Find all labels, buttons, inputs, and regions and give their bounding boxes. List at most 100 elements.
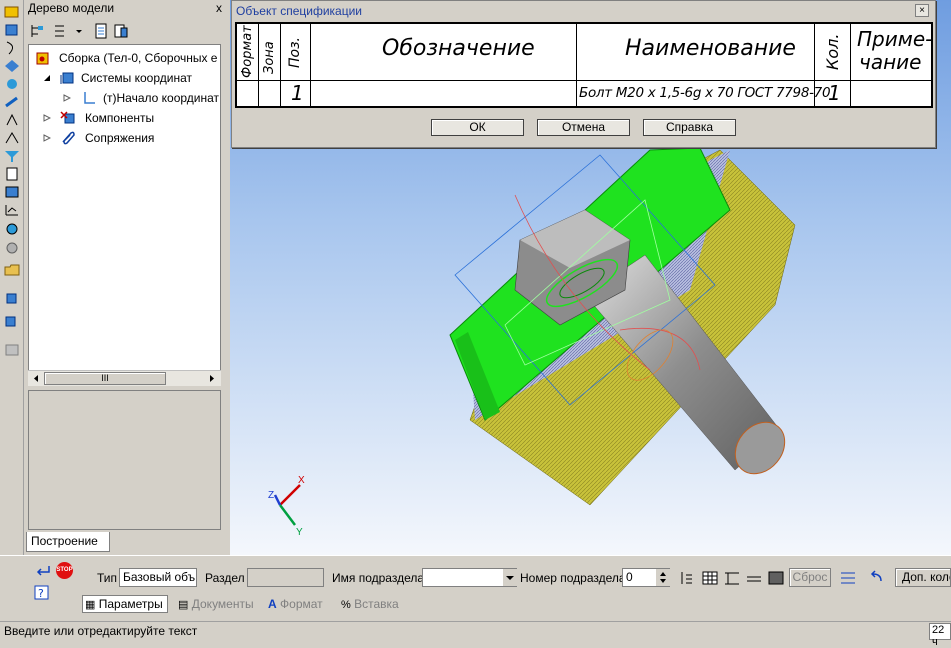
- tree-item-label: Сборка (Тел-0, Сборочных е: [59, 51, 218, 65]
- dialog-title: Объект спецификации: [236, 4, 362, 18]
- chart-icon[interactable]: [3, 202, 21, 218]
- expand-triangle-icon[interactable]: [43, 134, 51, 142]
- edit-component-icon[interactable]: [3, 4, 21, 20]
- model-tree: Сборка (Тел-0, Сборочных е Системы коорд…: [28, 44, 221, 386]
- header-note-line1: Приме-: [857, 27, 933, 51]
- cell-qty[interactable]: 1: [828, 81, 841, 105]
- type-label: Тип: [97, 571, 118, 585]
- tab-insert[interactable]: % Вставка: [339, 595, 401, 613]
- subsection-name-label: Имя подраздела: [332, 571, 425, 585]
- mate-icon[interactable]: [3, 94, 21, 110]
- constraint-icon[interactable]: [3, 112, 21, 128]
- axis-triad: [273, 484, 301, 526]
- paperclip-icon: [62, 131, 75, 145]
- cube-view-icon[interactable]: [3, 312, 21, 328]
- measure-icon[interactable]: [3, 130, 21, 146]
- tab-documents[interactable]: ▤ Документы: [176, 595, 256, 613]
- header-divider: [237, 80, 931, 81]
- tree-item-components[interactable]: Компоненты: [29, 109, 220, 127]
- part-icon[interactable]: [3, 22, 21, 38]
- cell-name[interactable]: Болт М20 х 1,5-6g х 70 ГОСТ 7798-70: [579, 85, 831, 101]
- subsection-number-label: Номер подраздела: [520, 571, 626, 585]
- table-icon[interactable]: [700, 569, 720, 587]
- number-stepper-icon[interactable]: [656, 569, 670, 586]
- model-tree-title: Дерево модели: [28, 1, 115, 15]
- fill-icon[interactable]: [766, 569, 786, 587]
- tree-item-label: Системы координат: [81, 71, 192, 85]
- scroll-thumb[interactable]: III: [44, 372, 166, 385]
- tree-item-coordinate-systems[interactable]: Системы координат: [29, 69, 220, 87]
- tab-build[interactable]: Построение: [26, 532, 110, 552]
- more-columns-button[interactable]: Доп. коло: [895, 568, 951, 587]
- curve-icon[interactable]: [3, 40, 21, 56]
- chevron-down-icon[interactable]: [503, 569, 517, 586]
- scroll-left-icon[interactable]: [32, 374, 40, 383]
- model-tree-title-bar: Дерево модели x: [24, 0, 230, 18]
- coordinate-system-icon: [60, 72, 74, 84]
- scroll-right-icon[interactable]: [208, 374, 216, 383]
- tree-details-panel: [28, 390, 221, 530]
- filter-icon[interactable]: [3, 148, 21, 164]
- undo-icon[interactable]: [866, 569, 886, 587]
- type-field[interactable]: Базовый объ: [119, 568, 197, 587]
- cube-icon[interactable]: [3, 290, 21, 306]
- tab-format[interactable]: A Формат: [266, 595, 325, 613]
- stop-button[interactable]: STOP: [56, 562, 73, 579]
- model-tree-toolbar: [24, 19, 230, 43]
- assembly-icon[interactable]: [3, 220, 21, 236]
- spec-table: Формат Зона Поз. Обозначение Наименовани…: [235, 22, 933, 108]
- tree-item-label: Сопряжения: [85, 131, 155, 145]
- close-icon[interactable]: ×: [915, 4, 929, 17]
- tree-item-mates[interactable]: Сопряжения: [29, 129, 220, 147]
- expand-triangle-icon[interactable]: [43, 114, 51, 122]
- surface-icon[interactable]: [3, 58, 21, 74]
- tree-order-icon[interactable]: [52, 22, 70, 40]
- ok-button[interactable]: ОК: [431, 119, 524, 136]
- axis-z-label: Z: [268, 490, 275, 501]
- tree-item-label: Компоненты: [85, 111, 155, 125]
- dimension-icon[interactable]: [3, 76, 21, 92]
- sort-icon[interactable]: [678, 569, 698, 587]
- components-icon: [60, 111, 75, 124]
- cancel-button[interactable]: Отмена: [537, 119, 630, 136]
- help-icon[interactable]: ?: [34, 585, 50, 601]
- cell-pos[interactable]: 1: [291, 81, 304, 105]
- section-field[interactable]: [247, 568, 324, 587]
- tree-horizontal-scrollbar[interactable]: III: [28, 370, 221, 386]
- header-format: Формат: [240, 25, 255, 78]
- header-qty: Кол.: [823, 33, 842, 70]
- spec-object-dialog: Объект спецификации × Формат Зона Поз. О…: [231, 0, 936, 148]
- close-icon[interactable]: x: [216, 1, 222, 15]
- expand-triangle-icon[interactable]: [63, 94, 71, 102]
- report-icon[interactable]: [3, 184, 21, 200]
- header-pos: Поз.: [287, 37, 303, 68]
- header-name: Наименование: [625, 36, 796, 61]
- reset-button[interactable]: Сброс: [789, 568, 831, 587]
- origin-icon: [84, 92, 95, 104]
- format-icon: A: [268, 597, 277, 611]
- svg-text:?: ?: [38, 587, 44, 600]
- vertical-toolbar: [0, 0, 24, 555]
- spec-icon[interactable]: [3, 166, 21, 182]
- tree-item-origin[interactable]: (т)Начало координат: [29, 89, 220, 107]
- properties-icon[interactable]: [112, 22, 130, 40]
- grid-icon[interactable]: [3, 342, 21, 358]
- chevron-down-icon[interactable]: [70, 22, 88, 40]
- axis-y-label: Y: [296, 527, 303, 538]
- help-button[interactable]: Справка: [643, 119, 736, 136]
- indent-icon[interactable]: [744, 569, 764, 587]
- tab-parameters[interactable]: ▦ Параметры: [82, 595, 168, 613]
- collapse-triangle-icon[interactable]: [43, 74, 51, 82]
- gear-icon[interactable]: [3, 240, 21, 256]
- rows-icon[interactable]: [838, 569, 858, 587]
- tree-view-icon[interactable]: [28, 22, 46, 40]
- open-folder-icon[interactable]: [3, 262, 21, 278]
- enter-icon[interactable]: [34, 564, 52, 578]
- document-icon[interactable]: [92, 22, 110, 40]
- property-bar: STOP ? Тип Базовый объ Раздел Имя подраз…: [0, 555, 951, 620]
- model-tree-panel: Дерево модели x Сборка (Тел-0, Сборочных…: [24, 0, 230, 555]
- documents-icon: ▤: [178, 599, 189, 611]
- tree-item-label: (т)Начало координат: [103, 91, 220, 105]
- columns-icon[interactable]: [722, 569, 742, 587]
- tree-item-assembly[interactable]: Сборка (Тел-0, Сборочных е: [29, 49, 220, 67]
